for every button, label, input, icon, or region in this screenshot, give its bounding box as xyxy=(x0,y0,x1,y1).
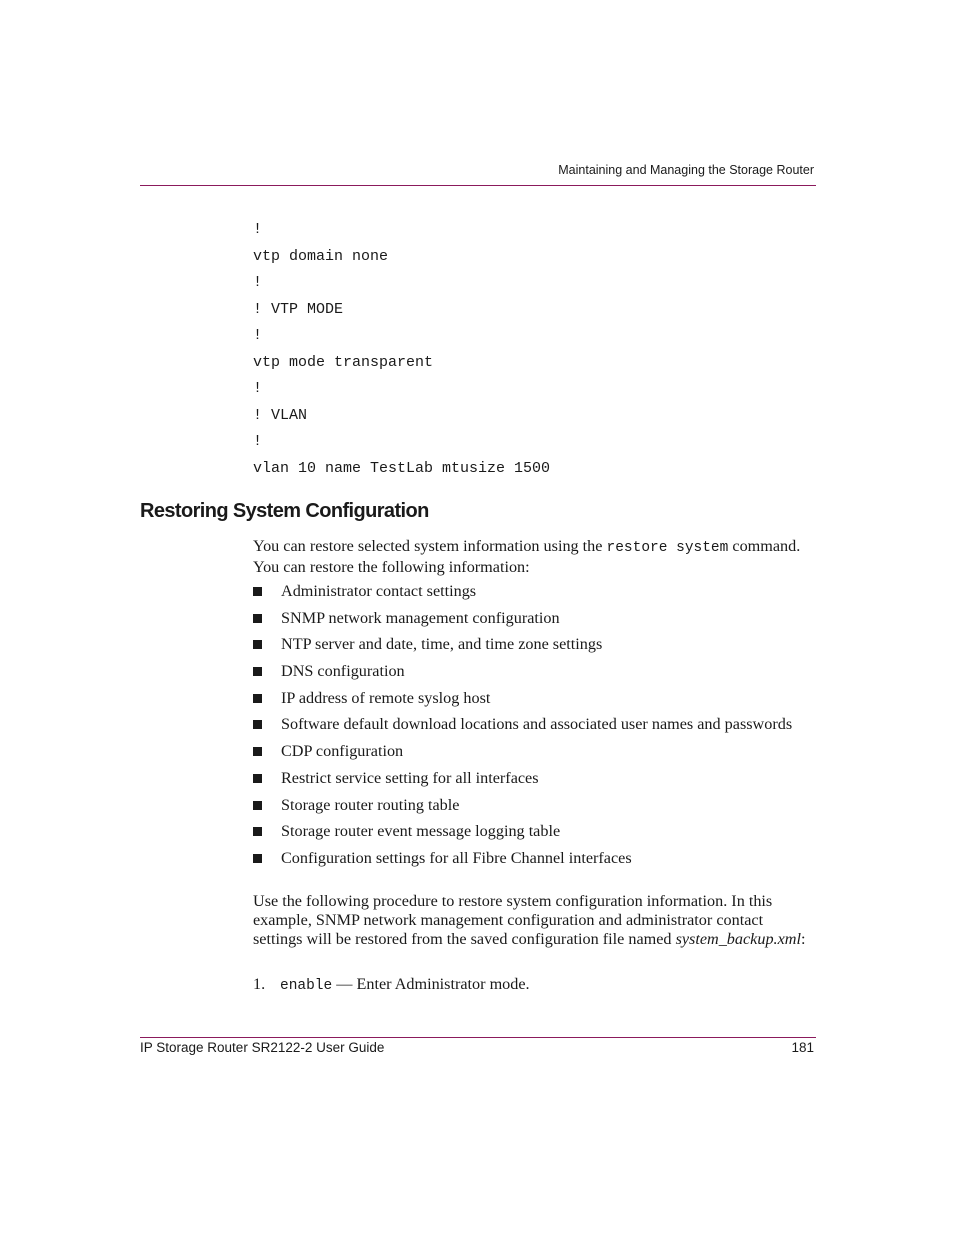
code-line: ! xyxy=(253,327,263,344)
running-footer: IP Storage Router SR2122-2 User Guide 18… xyxy=(140,1040,814,1055)
restorable-items-list: Administrator contact settings SNMP netw… xyxy=(253,582,813,876)
list-item-text: NTP server and date, time, and time zone… xyxy=(281,635,603,654)
code-line: vlan 10 name TestLab mtusize 1500 xyxy=(253,459,551,477)
procedure-steps: 1. enable — Enter Administrator mode. xyxy=(253,975,530,996)
list-item: Software default download locations and … xyxy=(253,715,813,734)
step-item: 1. enable — Enter Administrator mode. xyxy=(253,975,530,996)
footer-rule xyxy=(140,1037,816,1038)
code-line: vtp domain none xyxy=(253,247,389,265)
code-line: vtp mode transparent xyxy=(253,353,434,371)
running-header: Maintaining and Managing the Storage Rou… xyxy=(558,163,814,177)
section-heading: Restoring System Configuration xyxy=(140,500,429,522)
procedure-paragraph: Use the following procedure to restore s… xyxy=(253,892,813,949)
list-item: Storage router routing table xyxy=(253,796,813,815)
step-number: 1. xyxy=(253,975,266,993)
square-bullet-icon xyxy=(253,613,262,623)
list-item-text: Storage router event message logging tab… xyxy=(281,822,561,841)
intro-paragraph: You can restore selected system informat… xyxy=(253,537,813,577)
square-bullet-icon xyxy=(253,800,262,810)
list-item: SNMP network management configuration xyxy=(253,609,813,628)
config-code-block: ! vtp domain none ! ! VTP MODE ! vtp mod… xyxy=(253,220,550,485)
list-item: Administrator contact settings xyxy=(253,582,813,601)
list-item: Configuration settings for all Fibre Cha… xyxy=(253,849,813,868)
page-number: 181 xyxy=(791,1040,814,1055)
list-item: Restrict service setting for all interfa… xyxy=(253,769,813,788)
list-item-text: Restrict service setting for all interfa… xyxy=(281,768,539,787)
restore-system-command: restore system xyxy=(606,540,729,556)
code-line: ! xyxy=(253,433,263,450)
step-description: — Enter Administrator mode. xyxy=(332,975,530,993)
code-line: ! xyxy=(253,274,263,291)
list-item-text: CDP configuration xyxy=(281,742,404,761)
square-bullet-icon xyxy=(253,720,262,730)
code-line: ! xyxy=(253,221,263,238)
code-line: ! VTP MODE xyxy=(253,300,344,318)
header-rule xyxy=(140,185,816,186)
list-item: Storage router event message logging tab… xyxy=(253,822,813,841)
list-item-text: Configuration settings for all Fibre Cha… xyxy=(281,848,632,867)
code-line: ! xyxy=(253,380,263,397)
list-item-text: DNS configuration xyxy=(281,662,405,681)
square-bullet-icon xyxy=(253,773,262,783)
list-item-text: Storage router routing table xyxy=(281,795,460,814)
square-bullet-icon xyxy=(253,853,262,863)
square-bullet-icon xyxy=(253,693,262,703)
list-item: CDP configuration xyxy=(253,742,813,761)
square-bullet-icon xyxy=(253,827,262,837)
list-item-text: Software default download locations and … xyxy=(281,715,793,734)
list-item-text: IP address of remote syslog host xyxy=(281,688,491,707)
list-item: NTP server and date, time, and time zone… xyxy=(253,635,813,654)
code-line: ! VLAN xyxy=(253,406,308,424)
backup-filename: system_backup.xml xyxy=(675,930,801,948)
square-bullet-icon xyxy=(253,587,262,596)
square-bullet-icon xyxy=(253,747,262,757)
intro-text: You can restore selected system informat… xyxy=(253,537,607,555)
square-bullet-icon xyxy=(253,667,262,677)
square-bullet-icon xyxy=(253,640,262,650)
list-item-text: Administrator contact settings xyxy=(281,582,477,600)
step-command: enable xyxy=(280,978,333,994)
guide-title: IP Storage Router SR2122-2 User Guide xyxy=(140,1040,385,1055)
list-item: DNS configuration xyxy=(253,662,813,681)
list-item-text: SNMP network management configuration xyxy=(281,608,560,627)
list-item: IP address of remote syslog host xyxy=(253,689,813,708)
procedure-punctuation: : xyxy=(800,930,806,948)
